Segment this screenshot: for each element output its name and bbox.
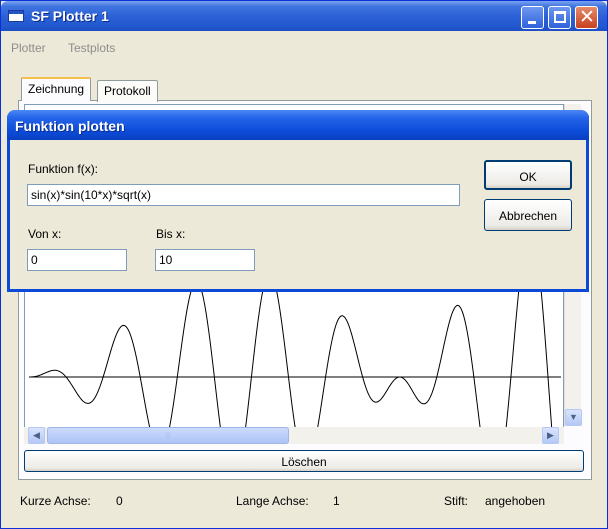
menu-plotter[interactable]: Plotter [11,41,46,55]
minimize-button[interactable] [521,6,544,29]
app-window-icon[interactable] [8,10,24,22]
dialog-title: Funktion plotten [15,118,125,134]
close-button[interactable]: ✕ [575,6,598,29]
function-input[interactable]: sin(x)*sin(10*x)*sqrt(x) [27,184,460,206]
scroll-left-button[interactable]: ◀ [28,427,45,444]
chevron-right-icon: ▶ [547,430,554,440]
to-x-input[interactable]: 10 [155,249,255,271]
chevron-left-icon: ◀ [33,430,40,440]
maximize-icon [554,11,566,23]
window-title: SF Plotter 1 [31,8,109,24]
short-axis-value: 0 [116,494,123,508]
maximize-button[interactable] [548,6,571,29]
pen-value: angehoben [485,494,546,508]
cancel-button[interactable]: Abbrechen [484,199,572,231]
function-label: Funktion f(x): [28,162,99,176]
title-bar[interactable]: SF Plotter 1 ✕ [1,1,607,31]
long-axis-value: 1 [333,494,340,508]
menu-bar: Plotter Testplots [2,35,606,55]
long-axis-label: Lange Achse: [236,494,309,508]
scroll-down-button[interactable]: ▼ [565,409,582,426]
minimize-icon [528,21,536,24]
pen-label: Stift: [444,494,469,508]
tab-protokoll[interactable]: Protokoll [97,80,158,102]
horizontal-scrollbar[interactable]: ◀ ⦙⦙⦙ ▶ [24,427,564,444]
to-x-label: Bis x: [156,227,186,241]
dialog-title-bar[interactable]: Funktion plotten [7,110,589,140]
ok-button[interactable]: OK [484,160,572,190]
clear-button[interactable]: Löschen [24,450,584,472]
scroll-thumb[interactable]: ⦙⦙⦙ [47,427,289,444]
from-x-input[interactable]: 0 [27,249,127,271]
from-x-label: Von x: [28,227,62,241]
grip-icon: ⦙⦙⦙ [165,431,171,440]
tab-zeichnung[interactable]: Zeichnung [21,77,92,101]
plot-function-dialog: Funktion plotten Funktion f(x): sin(x)*s… [7,110,589,292]
close-icon: ✕ [579,7,595,28]
scroll-right-button[interactable]: ▶ [542,427,559,444]
menu-testplots[interactable]: Testplots [68,41,115,55]
chevron-down-icon: ▼ [569,412,578,422]
short-axis-label: Kurze Achse: [20,494,91,508]
